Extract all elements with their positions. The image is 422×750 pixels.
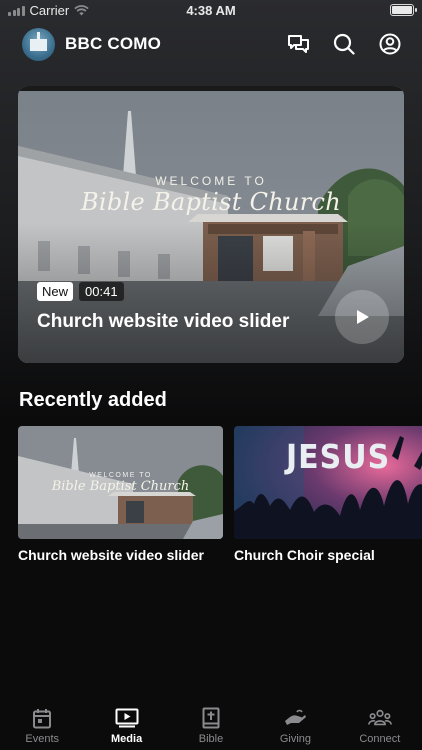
play-icon [357,310,369,324]
calendar-icon [30,706,54,730]
giving-hand-icon [283,706,307,730]
duration-badge: 00:41 [79,282,124,301]
tab-label: Bible [198,733,224,745]
thumbnail-overlay-large: Bible Baptist Church [51,479,190,494]
church-logo[interactable] [22,27,55,61]
media-item[interactable]: WELCOME TO Bible Baptist Church Church w… [18,426,223,563]
thumbnail-overlay-text: JESUS [286,438,391,477]
thumbnail-overlay-small: WELCOME TO [89,472,152,479]
profile-icon[interactable] [378,32,402,56]
tab-label: Events [25,733,60,745]
status-time: 4:38 AM [186,3,236,18]
status-bar: Carrier 4:38 AM [0,0,422,22]
media-thumbnail: WELCOME TO Bible Baptist Church [18,426,223,539]
featured-video-card[interactable]: WELCOME TO Bible Baptist Church New 00:4… [18,86,404,363]
battery-icon [390,4,417,16]
recently-added-carousel[interactable]: WELCOME TO Bible Baptist Church Church w… [18,426,422,576]
group-icon [367,706,392,730]
thumbnail-overlay-large: Bible Baptist Church [80,188,342,216]
thumbnail-overlay-small: WELCOME TO [155,174,267,188]
tab-connect[interactable]: Connect [338,698,422,750]
media-item[interactable]: JESUS Church Choir special [234,426,422,563]
tab-label: Giving [279,733,312,745]
media-item-title: Church Choir special [234,547,375,563]
section-title: Recently added [19,389,167,411]
header-actions [286,32,402,56]
play-button[interactable] [335,290,389,344]
chat-icon[interactable] [286,32,310,56]
media-thumbnail: JESUS [234,426,422,539]
new-badge: New [37,282,74,301]
hero-badges: New 00:41 [37,282,124,301]
tab-media[interactable]: Media [84,698,168,750]
tab-label: Media [111,733,143,745]
media-item-title: Church website video slider [18,547,204,563]
media-play-icon [115,706,139,730]
hero-title: Church website video slider [37,311,290,332]
app-title: BBC COMO [65,34,162,53]
tab-events[interactable]: Events [0,698,84,750]
tab-label: Connect [359,733,401,745]
tab-giving[interactable]: Giving [253,698,337,750]
app-header: BBC COMO [22,26,402,62]
tab-bible[interactable]: Bible [169,698,253,750]
search-icon[interactable] [332,32,356,56]
bottom-tab-bar: Events Media Bible Giving Connect [0,698,422,750]
bible-icon [199,706,223,730]
